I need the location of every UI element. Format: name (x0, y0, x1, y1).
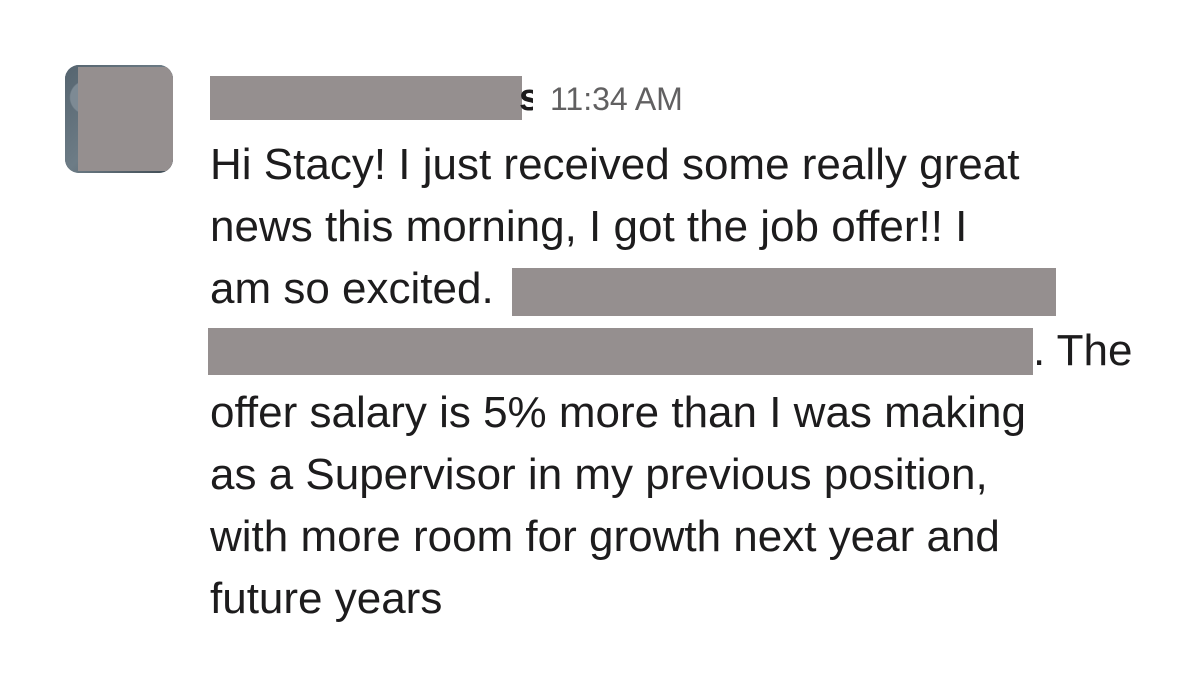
message-header: s 11:34 AM (210, 76, 810, 122)
message-line-3: am so excited. (210, 258, 1170, 320)
message-body: Hi Stacy! I just received some really gr… (208, 134, 1170, 630)
sender-name-visible-tail: s (519, 78, 533, 118)
avatar-redaction-block (78, 67, 173, 171)
message-line-4: . The (208, 320, 1170, 382)
message-line-1: Hi Stacy! I just received some really gr… (210, 140, 1020, 189)
message-line-2: news this morning, I got the job offer!!… (210, 202, 968, 251)
slack-message-screenshot: s 11:34 AM Hi Stacy! I just received som… (0, 0, 1200, 680)
message-line-8: future years (210, 574, 443, 623)
message-line-7: with more room for growth next year and (210, 512, 1000, 561)
message-line-6: as a Supervisor in my previous position, (210, 450, 988, 499)
message-line-5: offer salary is 5% more than I was makin… (210, 388, 1026, 437)
message-redaction-2 (208, 328, 1033, 375)
message-redaction-1 (511, 268, 1056, 316)
message-line-4-text: . The (1033, 326, 1133, 375)
message-timestamp[interactable]: 11:34 AM (550, 79, 683, 119)
sender-name-redacted[interactable] (210, 76, 522, 120)
message-line-3-text: am so excited. (210, 264, 494, 313)
avatar[interactable] (65, 65, 173, 173)
